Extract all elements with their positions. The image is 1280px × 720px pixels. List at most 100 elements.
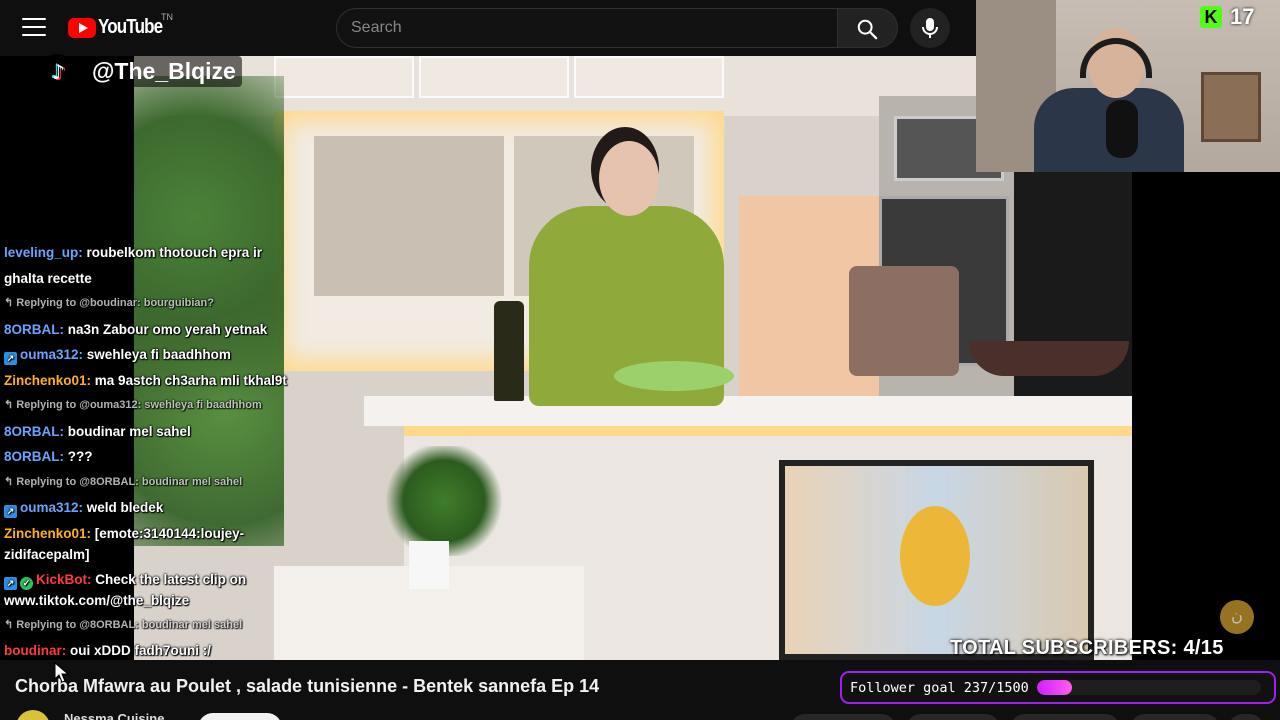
chat-username[interactable]: ouma312: [20,500,83,515]
search-button[interactable] [838,8,898,48]
reply-arrow-icon: ↰ [4,618,17,631]
chat-username[interactable]: 8ORBAL: [4,424,64,439]
follower-goal-track [1036,680,1261,695]
total-subscribers-label: TOTAL SUBSCRIBERS: 4/15 [950,637,1224,659]
chat-username[interactable]: Zinchenko01: [4,526,91,541]
channel-row: Nessma Cuisine [0,708,1280,720]
hamburger-menu-icon[interactable] [22,18,46,38]
chat-username[interactable]: 8ORBAL: [4,322,64,337]
follower-goal-widget: Follower goal 237/1500 [840,671,1276,704]
right-dark-pane [1132,172,1280,660]
chat-message: 8ORBAL: boudinar mel sahel [4,419,294,445]
salad-bowl [614,361,734,391]
follower-goal-label: Follower goal 237/1500 [850,679,1029,696]
share-button[interactable] [906,714,1000,720]
channel-name[interactable]: Nessma Cuisine [64,711,164,720]
webcam-picture-frame [1201,72,1261,142]
kitchen-shelf [419,56,569,98]
subscribe-button[interactable] [198,713,282,720]
tiktok-handle-text: @The_Blqize [86,55,242,87]
chat-username[interactable]: boudinar: [4,643,66,658]
chat-text: swehleya fi baadhhom [86,347,231,362]
chat-text: oui xDDD fadh7ouni :/ [70,643,212,658]
tv-screen [779,460,1094,660]
search-box [336,8,838,48]
search-icon [857,19,878,40]
tv-display [785,466,1088,654]
chat-message: Zinchenko01: ma 9astch ch3arha mli tkhal… [4,368,294,394]
chat-reply-line: ↰ Replying to @8ORBAL: boudinar mel sahe… [4,613,294,639]
chat-username[interactable]: KickBot: [36,572,92,587]
kitchen-shelf [274,56,414,98]
channel-avatar[interactable] [16,710,50,720]
subscriber-badge-icon: ↗ [4,505,17,518]
chat-message: 8ORBAL: na3n Zabour omo yerah yetnak [4,317,294,343]
microphone-icon [1106,100,1138,158]
youtube-logo[interactable]: YouTube TN [68,12,174,39]
chat-username[interactable]: Zinchenko01: [4,373,91,388]
chat-message: boudinar: oui xDDD fadh7ouni :/ [4,638,294,664]
chat-reply-line: ↰ Replying to @8ORBAL: boudinar mel sahe… [4,470,294,496]
youtube-country-code: TN [161,12,173,22]
presenter-head [599,141,659,216]
reply-arrow-icon: ↰ [4,297,17,309]
microphone-icon [922,18,938,38]
kick-viewer-count: 17 [1230,4,1255,29]
reply-arrow-icon: ↰ [4,399,17,411]
chat-reply-line: ↰ Replying to @ouma312: swehleya fi baad… [4,393,294,419]
chat-username[interactable]: 8ORBAL: [4,449,64,464]
video-title: Chorba Mfawra au Poulet , salade tunisie… [15,676,600,696]
channel-watermark-icon[interactable]: ن [1220,600,1254,634]
show-logo [900,506,970,606]
youtube-wordmark: YouTube [98,16,163,38]
chat-message: ↗ ouma312: swehleya fi baadhhom [4,342,294,368]
kitchen-window [314,136,504,296]
chat-reply-line: ↰ Replying to @boudinar: bourguibian? [4,291,294,317]
tiktok-logo-icon: ♪ [40,54,74,88]
chat-text: roubelkom thotouch epra ir [86,245,263,260]
chat-text: Replying to @ouma312: swehleya fi baadhh… [16,399,262,411]
voice-search-button[interactable] [910,8,950,48]
chat-text: ??? [67,449,93,464]
chat-message: ghalta recette [4,266,294,292]
chat-message: 8ORBAL: ??? [4,444,294,470]
chat-text: Replying to @boudinar: bourguibian? [16,297,214,309]
chat-text: boudinar mel sahel [67,423,191,439]
oil-bottle [494,301,524,401]
cooking-pot [849,266,959,376]
kitchen-counter [364,396,1132,426]
headset-icon [1080,38,1152,78]
chat-text: Replying to @8ORBAL: boudinar mel sahel [16,618,243,631]
potted-plant [384,446,504,556]
chat-message: Zinchenko01: [emote:3140144:loujey-zidif… [4,521,294,567]
chat-text: ma 9astch ch3arha mli tkhal9t [94,372,287,388]
search-input[interactable] [337,9,837,47]
chat-text: Replying to @8ORBAL: boudinar mel sahel [16,475,243,488]
download-button[interactable] [1010,714,1120,720]
bot-badge-icon: ↗ [4,576,17,590]
fridge [1014,171,1132,416]
tiktok-handle: ♪ @The_Blqize [40,54,242,88]
chat-text: ghalta recette [4,270,92,286]
reply-arrow-icon: ↰ [4,475,17,488]
chat-message: ↗ ✓ KickBot: Check the latest clip on www.… [4,567,294,613]
chat-username[interactable]: leveling_up: [4,245,83,260]
kick-viewer-badge: K 17 [1200,4,1254,30]
plant-pot [409,541,449,589]
clip-button[interactable] [1130,714,1220,720]
chat-username[interactable]: ouma312: [20,347,83,362]
chat-message: ↗ ouma312: weld bledek [4,495,294,521]
chat-text: weld bledek [86,500,164,515]
follower-goal-fill [1036,680,1073,695]
more-button[interactable] [1228,714,1264,720]
frying-pan [969,341,1129,376]
chat-overlay: leveling_up: roubelkom thotouch epra ir g… [4,240,294,664]
youtube-header: YouTube TN [0,0,976,56]
chat-message: leveling_up: roubelkom thotouch epra ir [4,240,294,266]
chat-text: na3n Zabour omo yerah yetnak [67,321,268,337]
like-button[interactable] [790,714,896,720]
kitchen-shelf [574,56,724,98]
kick-logo-icon: K [1200,6,1222,28]
youtube-play-icon [68,17,96,38]
subscriber-badge-icon: ↗ [4,352,17,365]
